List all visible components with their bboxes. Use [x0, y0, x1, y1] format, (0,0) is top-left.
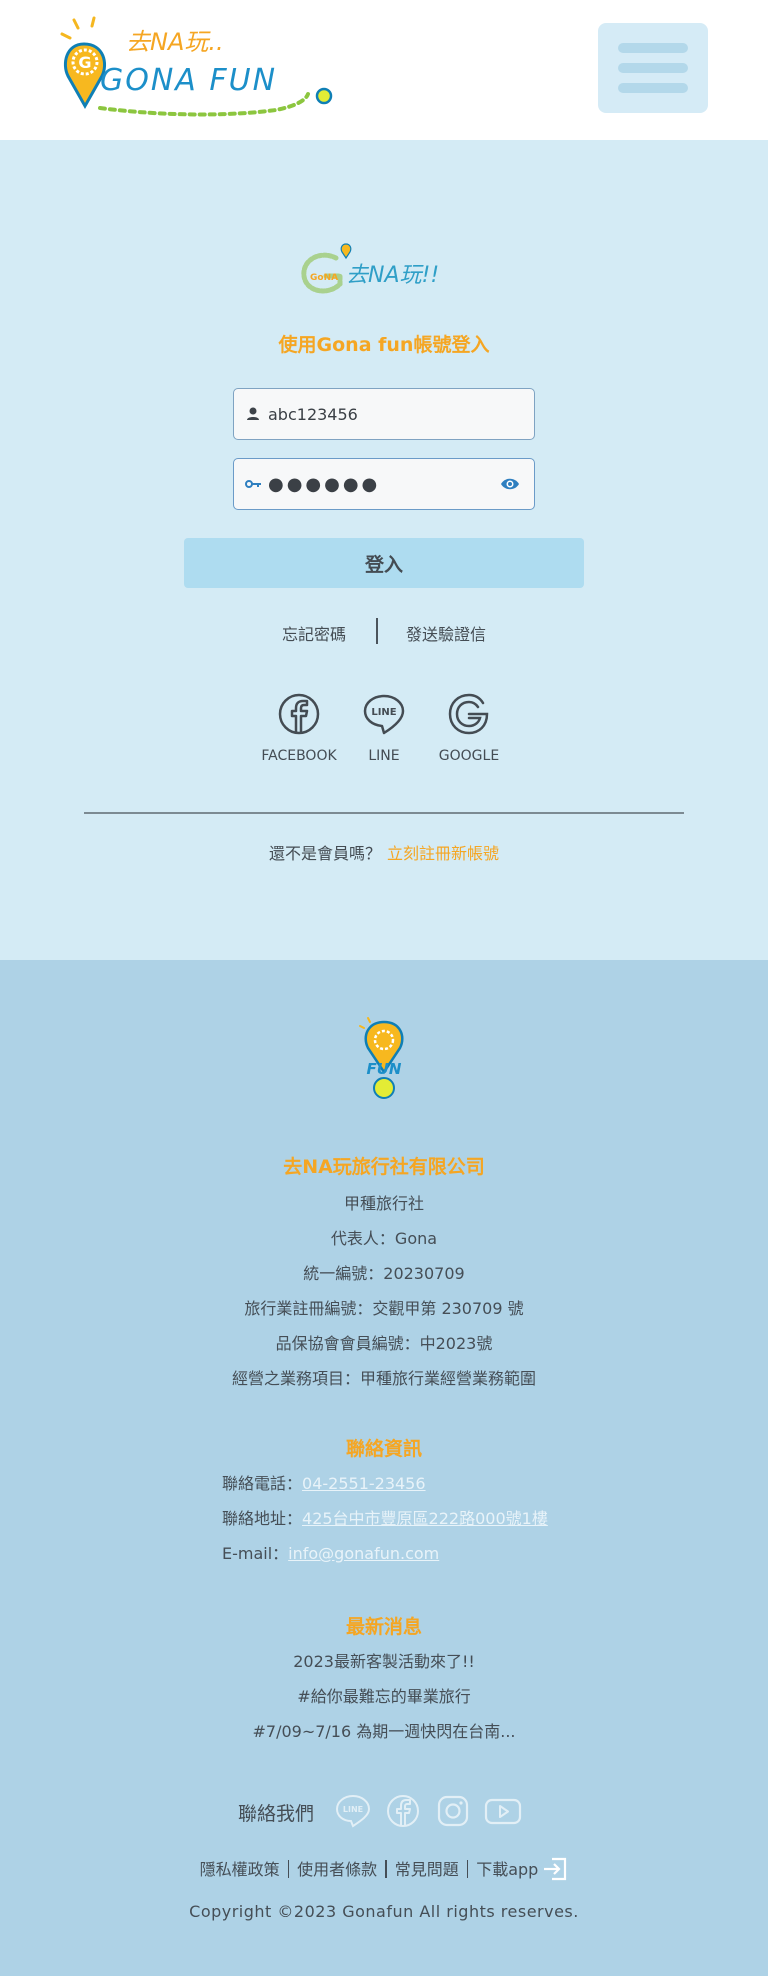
username-field[interactable] [233, 388, 535, 440]
svg-text:FUN: FUN [367, 1060, 402, 1078]
footer-nav: 隱私權政策 使用者條款 常見問題 下載app [0, 1856, 768, 1881]
address-label: 聯絡地址： [222, 1509, 303, 1528]
company-info-line: 統一編號：20230709 [303, 1264, 465, 1283]
facebook-icon [278, 693, 320, 735]
facebook-social-icon[interactable] [384, 1793, 422, 1829]
copyright-text: Copyright ©2023 Gonafun All rights reser… [189, 1902, 579, 1921]
company-info-line: 經營之業務項目：甲種旅行業經營業務範圍 [231, 1369, 536, 1388]
terms-of-use-link[interactable]: 使用者條款 [297, 1860, 377, 1879]
phone-label: 聯絡電話： [222, 1474, 303, 1493]
key-icon [245, 480, 261, 488]
logo-main-text: GONA FUN [100, 63, 277, 98]
login-title: 使用Gona fun帳號登入 [278, 334, 490, 356]
footer-fun-logo: FUN [359, 1017, 404, 1099]
username-input[interactable] [268, 399, 498, 429]
download-app-label: 下載app [476, 1860, 539, 1879]
email-row: E-mail：info@gonafun.com [222, 1540, 439, 1564]
password-input[interactable] [268, 469, 498, 499]
google-label: GOOGLE [438, 748, 500, 764]
forgot-password-link[interactable]: 忘記密碼 [282, 621, 346, 645]
show-password-eye-icon[interactable] [500, 476, 520, 492]
gona-fun-logo[interactable]: G 去NA玩.. GONA FUN [56, 14, 346, 124]
login-submit-button[interactable]: 登入 [184, 538, 584, 588]
phone-link[interactable]: 04-2551-23456 [302, 1474, 426, 1493]
facebook-login-button[interactable]: FACEBOOK [254, 692, 344, 764]
nav-divider [287, 1860, 290, 1878]
address-link[interactable]: 425台中市豐原區222路000號1樓 [302, 1509, 548, 1528]
menu-bar-icon [618, 43, 688, 53]
google-icon [448, 693, 489, 735]
contact-us-label: 聯絡我們 [238, 1803, 315, 1825]
nav-divider [385, 1860, 387, 1878]
svg-text:G: G [78, 53, 91, 72]
phone-row: 聯絡電話：04-2551-23456 [222, 1470, 426, 1494]
send-verification-link[interactable]: 發送驗證信 [406, 621, 486, 645]
account-links: 忘記密碼 發送驗證信 [0, 618, 768, 646]
login-section: GoNA 去NA玩!! 使用Gona fun帳號登入 登入 忘記密碼 發送驗證信 [0, 140, 768, 960]
password-field[interactable] [233, 458, 535, 510]
signup-prompt-text: 還不是會員嗎？ [268, 844, 381, 863]
trail-end-dot-icon [315, 87, 333, 105]
line-social-icon[interactable]: LINE [334, 1793, 372, 1829]
sun-rays-icon [60, 16, 96, 40]
line-label: LINE [368, 748, 400, 764]
map-pin-icon: G [63, 42, 107, 110]
line-login-button[interactable]: LINE LINE [339, 692, 429, 764]
pin-icon [340, 243, 352, 260]
company-info-line: 旅行業註冊編號：交觀甲第 230709 號 [244, 1299, 524, 1318]
enter-arrow-icon [544, 1857, 567, 1881]
menu-bar-icon [618, 83, 688, 93]
google-login-button[interactable]: GOOGLE [424, 692, 514, 764]
svg-text:LINE: LINE [371, 707, 396, 718]
user-icon [247, 407, 259, 420]
svg-text:LINE: LINE [343, 1805, 363, 1814]
email-link[interactable]: info@gonafun.com [288, 1544, 439, 1563]
address-row: 聯絡地址：425台中市豐原區222路000號1樓 [222, 1505, 548, 1529]
line-icon: LINE [363, 694, 405, 735]
link-divider [376, 618, 378, 644]
svg-text:GoNA: GoNA [310, 273, 338, 283]
contact-title: 聯絡資訊 [345, 1438, 422, 1460]
contact-us-row: 聯絡我們 LINE [238, 1793, 538, 1829]
news-title: 最新消息 [345, 1616, 422, 1638]
news-item[interactable]: #7/09~7/16 為期一週快閃在台南... [0, 1718, 768, 1742]
privacy-policy-link[interactable]: 隱私權政策 [200, 1860, 280, 1879]
hamburger-menu-button[interactable] [598, 23, 708, 113]
svg-text:去NA玩!!: 去NA玩!! [346, 263, 439, 288]
news-item[interactable]: 2023最新客製活動來了!! [0, 1648, 768, 1672]
company-name: 去NA玩旅行社有限公司 [283, 1156, 485, 1178]
facebook-label: FACEBOOK [261, 748, 337, 764]
section-divider [84, 812, 684, 814]
youtube-social-icon[interactable] [484, 1793, 522, 1829]
register-link[interactable]: 立刻註冊新帳號 [387, 844, 499, 863]
faq-link[interactable]: 常見問題 [395, 1860, 459, 1879]
news-item[interactable]: #給你最難忘的畢業旅行 [0, 1683, 768, 1707]
email-label: E-mail： [222, 1544, 289, 1563]
nav-divider [466, 1860, 469, 1878]
instagram-social-icon[interactable] [434, 1793, 472, 1829]
menu-bar-icon [618, 63, 688, 73]
signup-prompt-row: 還不是會員嗎？ 立刻註冊新帳號 [0, 840, 768, 864]
site-header: G 去NA玩.. GONA FUN [0, 0, 768, 140]
company-info-line: 代表人：Gona [330, 1229, 438, 1248]
company-info-line: 甲種旅行社 [343, 1194, 424, 1213]
logo-top-text: 去NA玩.. [126, 28, 224, 56]
download-app-link[interactable]: 下載app [476, 1857, 568, 1881]
gona-mini-logo: GoNA 去NA玩!! [301, 243, 439, 294]
site-footer: FUN 去NA玩旅行社有限公司 甲種旅行社 代表人：Gona 統一編號：2023… [0, 960, 768, 1976]
company-info-line: 品保協會會員編號：中2023號 [275, 1334, 493, 1353]
